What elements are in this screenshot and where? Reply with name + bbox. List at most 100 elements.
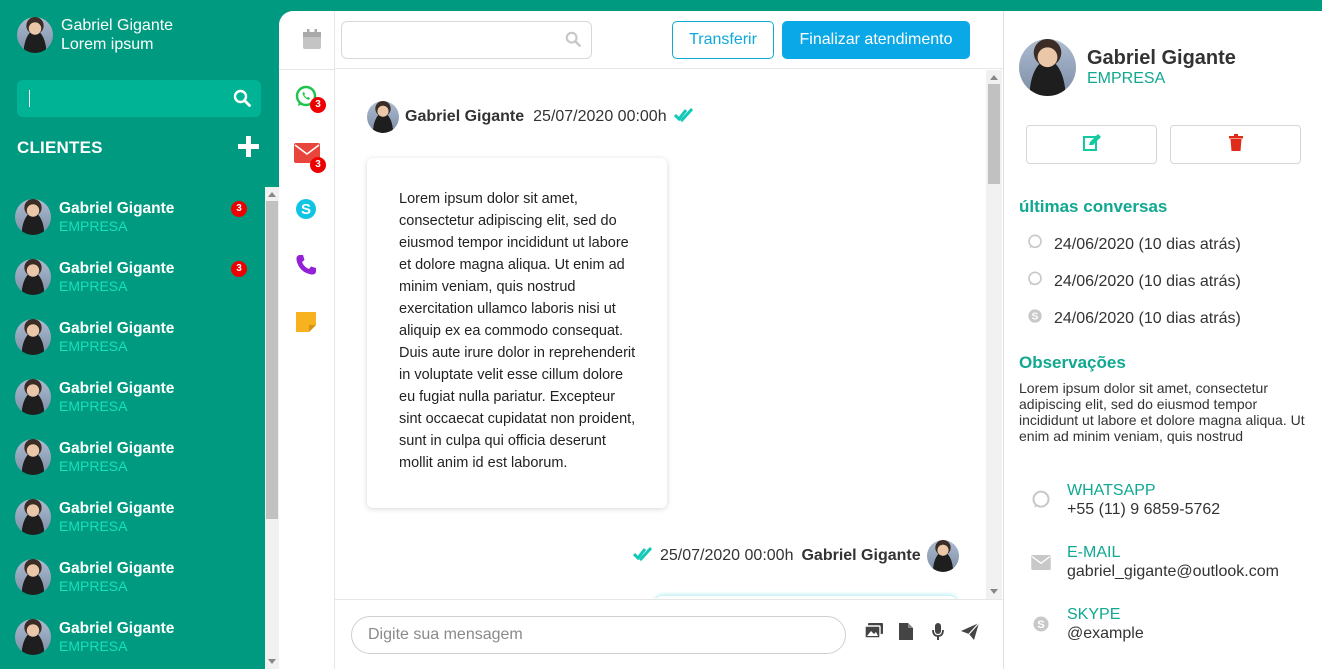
channel-label: SKYPE: [1067, 606, 1121, 623]
channel-bar: 3 3 S: [279, 69, 335, 669]
message-author: Gabriel Gigante: [405, 108, 525, 125]
client-item[interactable]: Gabriel Gigante EMPRESA 3: [15, 259, 265, 295]
client-company: EMPRESA: [59, 578, 128, 594]
client-item[interactable]: Gabriel Gigante EMPRESA: [15, 379, 265, 415]
client-name: Gabriel Gigante: [59, 500, 175, 517]
composer: Digite sua mensagem: [335, 599, 1003, 669]
client-company: EMPRESA: [59, 278, 128, 294]
avatar: [15, 319, 51, 355]
unread-badge: 3: [310, 97, 326, 113]
scroll-up-arrow-icon[interactable]: [268, 192, 276, 197]
client-item[interactable]: Gabriel Gigante EMPRESA: [15, 559, 265, 595]
main-panel: 3 3 S Transferir Finalizar atendimento G…: [279, 11, 1322, 669]
current-user[interactable]: Gabriel Gigante Lorem ipsum: [17, 16, 173, 54]
email-icon: [1030, 554, 1052, 570]
contact-channel-email[interactable]: E-MAIL gabriel_gigante@outlook.com: [1030, 543, 1279, 581]
channel-value: @example: [1067, 625, 1144, 642]
client-list-scrollbar[interactable]: [265, 187, 279, 669]
scroll-up-arrow-icon[interactable]: [990, 75, 998, 80]
channel-value: gabriel_gigante@outlook.com: [1067, 563, 1279, 580]
channel-email[interactable]: 3: [294, 143, 326, 173]
recent-conversation-item[interactable]: 24/06/2020 (10 dias atrás): [1027, 234, 1241, 255]
avatar: [367, 101, 399, 133]
client-company: EMPRESA: [59, 458, 128, 474]
channel-label: E-MAIL: [1067, 544, 1121, 561]
edit-button[interactable]: [1026, 125, 1157, 164]
microphone-icon[interactable]: [932, 623, 944, 645]
contact-header: Gabriel Gigante EMPRESA: [1019, 39, 1236, 96]
chat-scrollbar[interactable]: [986, 70, 1002, 599]
note-icon: [294, 312, 318, 338]
plus-icon[interactable]: [237, 135, 260, 163]
message-author: Gabriel Gigante: [801, 547, 921, 564]
scrollbar-thumb[interactable]: [988, 84, 1000, 184]
client-name: Gabriel Gigante: [59, 320, 175, 337]
edit-icon: [1082, 133, 1101, 156]
client-company: EMPRESA: [59, 338, 128, 354]
channel-phone[interactable]: [294, 253, 318, 282]
skype-icon: S: [294, 199, 318, 225]
contact-name: Gabriel Gigante: [1087, 46, 1236, 69]
avatar: [926, 540, 959, 572]
calendar-icon[interactable]: [303, 29, 321, 54]
scroll-down-arrow-icon[interactable]: [990, 589, 998, 594]
send-icon[interactable]: [961, 622, 980, 645]
text-caret: [29, 90, 30, 107]
search-icon[interactable]: [233, 89, 251, 112]
calendar-slot: [279, 11, 335, 69]
recent-conversation-item[interactable]: 24/06/2020 (10 dias atrás): [1027, 271, 1241, 292]
search-icon[interactable]: [565, 31, 581, 52]
client-name: Gabriel Gigante: [59, 380, 175, 397]
double-check-icon: [673, 107, 694, 128]
channel-notes[interactable]: [294, 310, 318, 339]
svg-text:S: S: [1032, 311, 1039, 322]
recent-conversation-item[interactable]: S 24/06/2020 (10 dias atrás): [1027, 308, 1241, 329]
avatar: [1019, 39, 1076, 96]
client-name: Gabriel Gigante: [59, 440, 175, 457]
channel-whatsapp[interactable]: 3: [294, 85, 326, 114]
client-item[interactable]: Gabriel Gigante EMPRESA: [15, 619, 265, 655]
whatsapp-icon: [1027, 234, 1043, 255]
skype-icon: S: [1030, 615, 1052, 633]
finish-service-button[interactable]: Finalizar atendimento: [782, 21, 970, 59]
scrollbar-thumb[interactable]: [266, 201, 278, 519]
trash-icon: [1228, 133, 1243, 156]
phone-icon: [294, 255, 318, 281]
avatar: [15, 199, 51, 235]
client-item[interactable]: Gabriel Gigante EMPRESA 3: [15, 199, 265, 235]
whatsapp-icon: [1030, 490, 1052, 510]
avatar: [15, 379, 51, 415]
client-company: EMPRESA: [59, 218, 128, 234]
conversation-date: 24/06/2020 (10 dias atrás): [1054, 235, 1241, 253]
unread-badge: 3: [231, 201, 247, 217]
file-icon[interactable]: [899, 623, 913, 645]
notes-text: Lorem ipsum dolor sit amet, consectetur …: [1019, 380, 1305, 444]
svg-text:S: S: [1037, 619, 1045, 631]
client-search-input[interactable]: [17, 80, 261, 117]
delete-button[interactable]: [1170, 125, 1301, 164]
image-icon[interactable]: [864, 623, 883, 644]
message-input[interactable]: Digite sua mensagem: [351, 616, 846, 654]
client-name: Gabriel Gigante: [59, 620, 175, 637]
skype-icon: S: [1027, 308, 1043, 329]
chat-area: Gabriel Gigante 25/07/2020 00:00h Lorem …: [335, 70, 1003, 599]
contact-channel-skype[interactable]: S SKYPE @example: [1030, 605, 1144, 643]
client-item[interactable]: Gabriel Gigante EMPRESA: [15, 499, 265, 535]
whatsapp-icon: [1027, 271, 1043, 292]
scroll-down-arrow-icon[interactable]: [268, 659, 276, 664]
message-bubble: Lorem ipsum dolor sit amet, consectetur …: [367, 158, 667, 508]
client-item[interactable]: Gabriel Gigante EMPRESA: [15, 439, 265, 475]
message-header: Gabriel Gigante 25/07/2020 00:00h: [367, 101, 694, 133]
chat-search-input[interactable]: [341, 21, 592, 59]
client-name: Gabriel Gigante: [59, 560, 175, 577]
channel-skype[interactable]: S: [294, 197, 318, 226]
transfer-button[interactable]: Transferir: [672, 21, 774, 59]
recent-conversations-heading: últimas conversas: [1019, 197, 1168, 216]
contact-channel-whatsapp[interactable]: WHATSAPP +55 (11) 9 6859-5762: [1030, 481, 1220, 519]
avatar: [15, 559, 51, 595]
client-item[interactable]: Gabriel Gigante EMPRESA: [15, 319, 265, 355]
chat-toolbar: Transferir Finalizar atendimento: [335, 11, 1003, 69]
notes-heading: Observações: [1019, 353, 1126, 372]
message-datetime: 25/07/2020 00:00h: [533, 108, 667, 125]
user-name: Gabriel Gigante: [61, 17, 174, 34]
